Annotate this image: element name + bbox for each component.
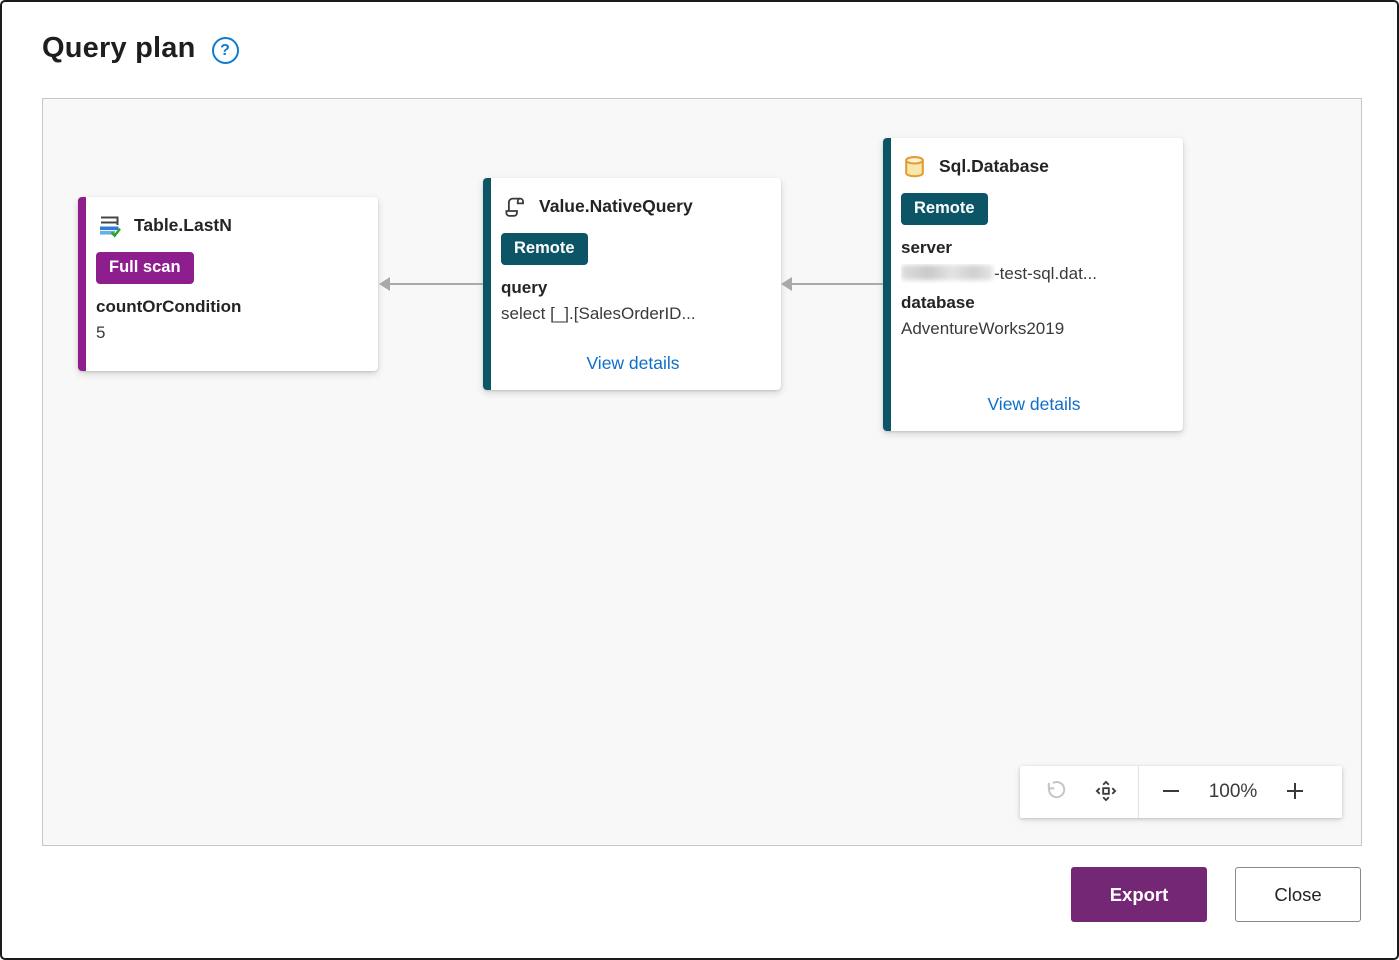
zoom-in-button[interactable] bbox=[1269, 766, 1321, 818]
keep-last-rows-icon bbox=[96, 212, 123, 239]
node-title: Value.NativeQuery bbox=[539, 196, 693, 216]
fit-to-view-button[interactable] bbox=[1080, 766, 1132, 818]
zoom-level: 100% bbox=[1208, 781, 1258, 802]
field-value: AdventureWorks2019 bbox=[901, 319, 1065, 339]
field-label: database bbox=[901, 293, 975, 313]
server-value-text: -test-sql.dat... bbox=[994, 264, 1097, 284]
full-scan-badge: Full scan bbox=[96, 252, 194, 285]
remote-badge: Remote bbox=[501, 233, 588, 266]
reset-view-button[interactable] bbox=[1028, 766, 1080, 818]
view-details-link[interactable]: View details bbox=[501, 353, 765, 376]
arrow-head-icon bbox=[781, 277, 792, 291]
undo-icon bbox=[1041, 778, 1067, 807]
canvas-zoom-toolbar: 100% bbox=[1020, 766, 1342, 818]
view-details-link[interactable]: View details bbox=[901, 394, 1167, 417]
node-field: query select [_].[SalesOrderID... bbox=[501, 278, 765, 333]
node-header: Sql.Database bbox=[901, 153, 1167, 180]
script-scroll-icon bbox=[501, 193, 528, 220]
arrow-line bbox=[792, 283, 883, 285]
node-title: Sql.Database bbox=[939, 156, 1049, 176]
node-field: database AdventureWorks2019 bbox=[901, 293, 1167, 348]
field-label: countOrCondition bbox=[96, 297, 242, 317]
arrow-line bbox=[390, 283, 483, 285]
node-table-lastn[interactable]: Table.LastN Full scan countOrCondition 5 bbox=[78, 197, 378, 371]
minus-icon bbox=[1159, 779, 1183, 806]
field-value: 5 bbox=[96, 323, 106, 343]
field-label: server bbox=[901, 238, 953, 258]
field-label: query bbox=[501, 278, 548, 298]
fit-to-view-icon bbox=[1093, 778, 1119, 807]
plus-icon bbox=[1283, 779, 1307, 806]
toolbar-divider bbox=[1138, 766, 1139, 818]
arrow-head-icon bbox=[379, 277, 390, 291]
edge-arrow-nativequery-to-lastn bbox=[379, 277, 483, 291]
node-sql-database[interactable]: Sql.Database Remote server -test-sql.dat… bbox=[883, 138, 1183, 431]
zoom-out-button[interactable] bbox=[1145, 766, 1197, 818]
dialog-footer: Export Close bbox=[1071, 867, 1361, 922]
export-button[interactable]: Export bbox=[1071, 867, 1207, 922]
remote-badge: Remote bbox=[901, 193, 988, 226]
field-value: -test-sql.dat... bbox=[901, 264, 1167, 284]
edge-arrow-sqldatabase-to-nativequery bbox=[781, 277, 883, 291]
dialog-header: Query plan ? bbox=[42, 32, 239, 65]
node-header: Value.NativeQuery bbox=[501, 193, 765, 220]
node-field: server -test-sql.dat... bbox=[901, 238, 1167, 293]
page-title: Query plan bbox=[42, 32, 196, 64]
query-plan-canvas[interactable]: Table.LastN Full scan countOrCondition 5… bbox=[42, 98, 1362, 846]
field-value: select [_].[SalesOrderID... bbox=[501, 304, 696, 324]
node-title: Table.LastN bbox=[134, 215, 232, 235]
database-icon bbox=[901, 153, 928, 180]
help-icon[interactable]: ? bbox=[211, 37, 239, 64]
node-value-nativequery[interactable]: Value.NativeQuery Remote query select [_… bbox=[483, 178, 781, 390]
close-button[interactable]: Close bbox=[1235, 867, 1361, 922]
node-field: countOrCondition 5 bbox=[96, 297, 362, 352]
redacted-server-prefix bbox=[901, 265, 993, 281]
query-plan-dialog: Query plan ? Table.LastN Full scan count… bbox=[0, 0, 1399, 960]
node-header: Table.LastN bbox=[96, 212, 362, 239]
